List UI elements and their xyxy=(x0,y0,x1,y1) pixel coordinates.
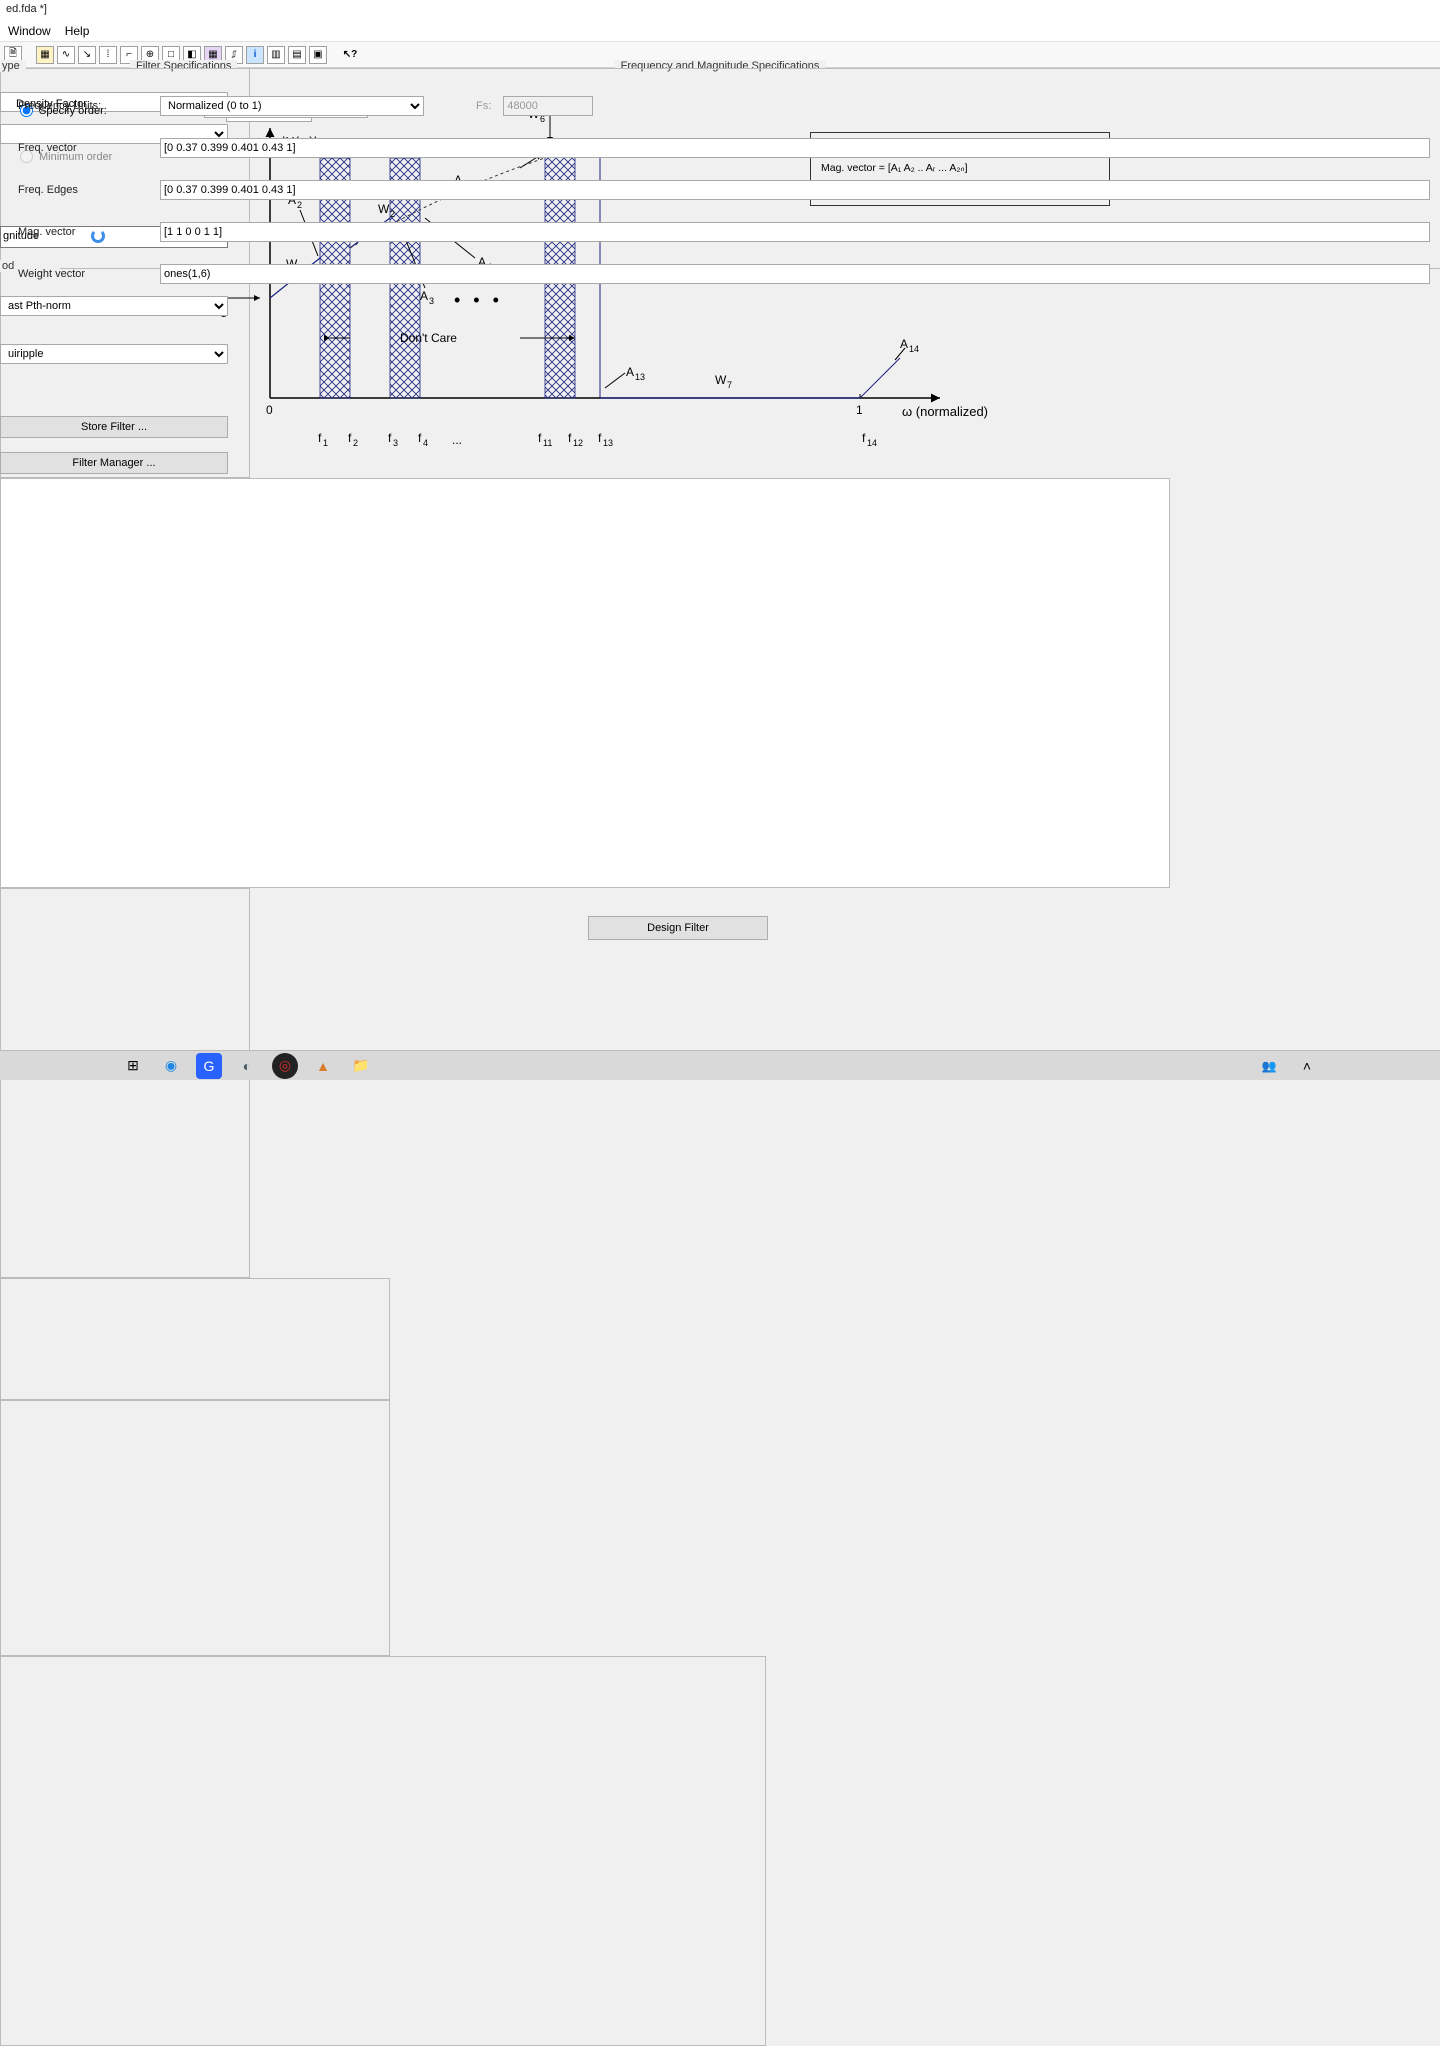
menu-help[interactable]: Help xyxy=(65,24,90,38)
svg-text:f: f xyxy=(568,431,572,445)
svg-text:7: 7 xyxy=(727,380,732,390)
app-g-icon[interactable]: G xyxy=(196,1053,222,1079)
options-panel: Options Density Factor: xyxy=(0,1400,390,1656)
store-filter-button[interactable]: Store Filter ... xyxy=(0,416,228,438)
taskview-icon[interactable]: ⊞ xyxy=(120,1053,146,1079)
window-title: ed.fda *] xyxy=(0,0,1440,20)
people-icon[interactable]: 👥 xyxy=(1256,1053,1282,1079)
svg-text:A: A xyxy=(626,365,634,379)
svg-text:0: 0 xyxy=(266,403,273,417)
fs-label: Fs: xyxy=(476,100,491,112)
frequency-units-select[interactable]: Normalized (0 to 1) xyxy=(160,96,424,116)
response-type-title: ype xyxy=(0,60,26,72)
fs-input xyxy=(503,96,593,116)
design-filter-button[interactable]: Design Filter xyxy=(588,916,768,940)
group-delay-icon[interactable]: ↘ xyxy=(78,46,96,64)
svg-text:A: A xyxy=(900,337,908,351)
svg-text:ω (normalized): ω (normalized) xyxy=(902,404,988,419)
svg-text:f: f xyxy=(388,431,392,445)
svg-text:W: W xyxy=(715,373,727,387)
svg-text:11: 11 xyxy=(543,438,552,448)
edge-icon[interactable]: ◉ xyxy=(158,1053,184,1079)
app-circle-icon[interactable]: ◐ xyxy=(234,1053,260,1079)
mag-vector-input[interactable] xyxy=(160,222,1430,242)
full-icon[interactable]: ▣ xyxy=(309,46,327,64)
weight-vector-label: Weight vector xyxy=(18,268,148,280)
matlab-icon[interactable]: ▲ xyxy=(310,1053,336,1079)
freq-edges-input[interactable] xyxy=(160,180,1430,200)
svg-text:...: ... xyxy=(452,433,462,447)
tray-chevron-icon[interactable]: ˄ xyxy=(1294,1053,1320,1079)
freq-edges-label: Freq. Edges xyxy=(18,184,148,196)
phase-icon[interactable]: ∿ xyxy=(57,46,75,64)
info-icon[interactable]: i xyxy=(246,46,264,64)
dontcare-label: Don't Care xyxy=(400,331,457,345)
svg-text:f: f xyxy=(862,431,866,445)
response-icon[interactable]: ▦ xyxy=(36,46,54,64)
svg-text:f: f xyxy=(348,431,352,445)
svg-text:f: f xyxy=(598,431,602,445)
filter-specs-title: Filter Specifications xyxy=(130,60,237,72)
weight-vector-input[interactable] xyxy=(160,264,1430,284)
impulse-icon[interactable]: ⁞ xyxy=(99,46,117,64)
view-icon[interactable]: ▤ xyxy=(288,46,306,64)
spec-icon[interactable]: ▥ xyxy=(267,46,285,64)
svg-text:f: f xyxy=(418,431,422,445)
freq-mag-panel: Frequency and Magnitude Specifications F… xyxy=(0,1656,766,2046)
taskbar: ⊞ ◉ G ◐ ◎ ▲ 📁 👥 ˄ xyxy=(0,1050,1440,1080)
svg-text:13: 13 xyxy=(635,372,645,382)
svg-text:14: 14 xyxy=(867,438,877,448)
explorer-icon[interactable]: 📁 xyxy=(348,1053,374,1079)
freq-vector-input[interactable] xyxy=(160,138,1430,158)
design-method-select-2[interactable]: uiripple xyxy=(0,344,228,364)
svg-text:f: f xyxy=(318,431,322,445)
frequency-units-label: Frequency Units: xyxy=(18,100,148,112)
filter-manager-button[interactable]: Filter Manager ... xyxy=(0,452,228,474)
svg-text:2: 2 xyxy=(353,438,358,448)
svg-text:f: f xyxy=(538,431,542,445)
svg-text:1: 1 xyxy=(323,438,328,448)
menu-window[interactable]: Window xyxy=(8,24,51,38)
obs-icon[interactable]: ◎ xyxy=(272,1053,298,1079)
response-type-panel: ype gnitude ▾ od ast Pth-norm uiripple xyxy=(0,888,250,1278)
whatsthis-icon[interactable]: ↖? xyxy=(341,46,359,64)
menubar: Window Help xyxy=(0,20,1440,42)
freq-mag-title: Frequency and Magnitude Specifications xyxy=(615,60,826,72)
filter-order-panel: Filter Order Specify order: Minimum orde… xyxy=(0,1278,390,1400)
svg-text:4: 4 xyxy=(423,438,428,448)
filter-specs-panel: Filter Specifications xyxy=(0,478,1170,888)
svg-text:3: 3 xyxy=(393,438,398,448)
svg-text:12: 12 xyxy=(573,438,583,448)
freq-vector-label: Freq. vector xyxy=(18,142,148,154)
mag-vector-label: Mag. vector xyxy=(18,226,148,238)
svg-text:14: 14 xyxy=(909,344,919,354)
svg-text:1: 1 xyxy=(856,403,863,417)
svg-text:13: 13 xyxy=(603,438,613,448)
